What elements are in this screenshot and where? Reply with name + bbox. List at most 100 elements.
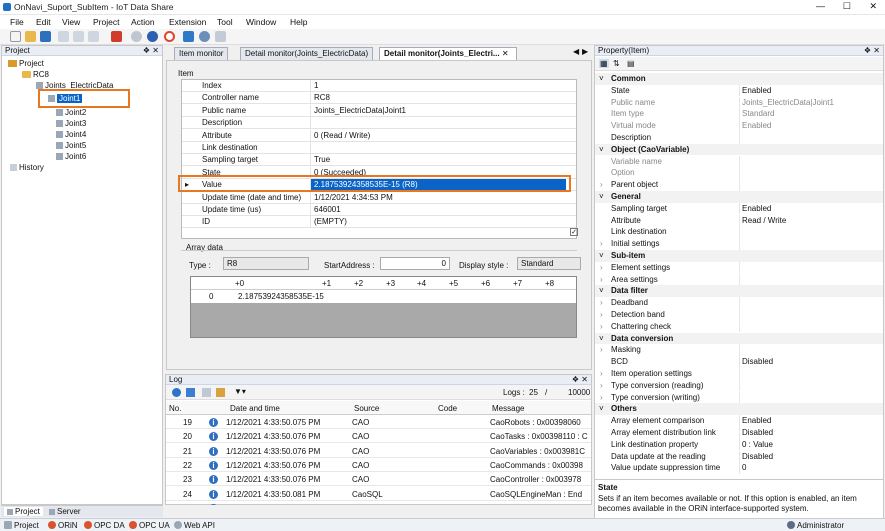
filter-icon[interactable]: ▼▾ [234,387,246,396]
categorized-icon[interactable]: ▦ [599,59,609,68]
expand-icon[interactable]: › [600,275,603,284]
status-orin[interactable]: ORiN [48,521,78,530]
property-row[interactable]: › Initial settings [595,238,883,250]
item-row-value[interactable]: 646001 [314,205,341,214]
property-value[interactable]: Enabled [742,204,771,213]
property-category[interactable]: ˅ Common [595,73,883,85]
property-category[interactable]: ˅ General [595,191,883,203]
tree-node-variable[interactable]: Joints_ElectricData [36,81,113,90]
property-row[interactable]: › Type conversion (reading) [595,379,883,392]
item-row-value[interactable]: 0 (Succeeded) [314,168,366,177]
log-row[interactable]: 25 1/12/2021 4:33:50.082 PM CaoSQL CaoSQLCo… [166,501,591,505]
status-opcda[interactable]: OPC DA [84,521,125,530]
menu-view[interactable]: View [62,17,80,27]
menu-action[interactable]: Action [131,17,155,27]
property-row[interactable]: Value update suppression time 0 [595,462,883,475]
collapse-icon[interactable]: ˅ [599,286,604,295]
menu-file[interactable]: File [10,17,24,27]
status-opcua[interactable]: OPC UA [129,521,170,530]
property-row[interactable]: Description [595,132,883,144]
property-row[interactable]: › Deadband [595,297,883,309]
property-row[interactable]: Array element distribution link Disabled [595,427,883,439]
menu-edit[interactable]: Edit [36,17,51,27]
display-style-select[interactable]: Standard [517,257,581,270]
log-row[interactable]: 21 1/12/2021 4:33:50.076 PM CAO CaoVariable… [166,444,591,458]
menu-extension[interactable]: Extension [169,17,206,27]
collapse-icon[interactable]: ˅ [599,334,604,343]
property-value[interactable]: Disabled [742,428,773,437]
item-row[interactable]: ▸ Value 2.18753924358535E-15 (R8) [182,179,576,192]
tree-node-joint3[interactable]: Joint3 [56,119,86,128]
log-row[interactable]: 24 1/12/2021 4:33:50.081 PM CaoSQL CaoSQLEn… [166,487,591,501]
item-row-value[interactable]: RC8 [314,93,330,102]
tab-project[interactable]: Project [4,507,43,516]
property-value[interactable]: Enabled [742,121,771,130]
property-value[interactable]: 0 [742,463,746,472]
tree-node-project[interactable]: Project [8,59,44,68]
menu-help[interactable]: Help [290,17,307,27]
maximize-button[interactable]: ☐ [843,1,851,12]
item-row[interactable]: Update time (date and time) 1/12/2021 4:3… [182,191,576,204]
property-value[interactable]: 0 : Value [742,440,773,449]
expand-icon[interactable]: › [600,263,603,272]
pause-icon[interactable] [147,31,158,42]
expand-icon[interactable]: › [600,298,603,307]
col-date-time[interactable]: Date and time [230,404,280,413]
property-row[interactable]: › Item operation settings [595,368,883,380]
item-row[interactable]: ID (EMPTY) [182,216,576,229]
expand-icon[interactable]: › [600,345,603,354]
item-row-value[interactable]: 1/12/2021 4:34:53 PM [314,193,393,202]
start-address-input[interactable]: 0 [380,257,450,270]
status-project[interactable]: Project [4,521,39,530]
tab-item-monitor[interactable]: Item monitor [174,47,229,60]
minimize-button[interactable]: — [816,1,825,11]
item-row[interactable]: Index 1 [182,80,576,92]
alphabetical-icon[interactable]: ⇅ [613,59,620,68]
item-row[interactable]: Public name Joints_ElectricData|Joint1 [182,104,576,117]
record-icon[interactable] [164,31,175,42]
collapse-icon[interactable]: ˅ [599,192,604,201]
copy-icon[interactable] [73,31,84,42]
tree-node-joint6[interactable]: Joint6 [56,152,86,161]
item-row[interactable]: State 0 (Succeeded) [182,166,576,179]
tab-scroll-right-icon[interactable]: ▶ [582,47,588,56]
property-category[interactable]: ˅ Data conversion [595,332,883,345]
property-category[interactable]: ˅ Object (CaoVariable) [595,143,883,156]
item-row-value[interactable]: 0 (Read / Write) [314,131,370,140]
menu-window[interactable]: Window [246,17,276,27]
property-value[interactable]: Read / Write [742,216,786,225]
tree-node-joint2[interactable]: Joint2 [56,108,86,117]
property-value[interactable]: Disabled [742,357,773,366]
tree-node-history[interactable]: History [10,163,44,172]
property-row[interactable]: › Masking [595,344,883,357]
menu-tool[interactable]: Tool [217,17,233,27]
item-row[interactable]: Sampling target True [182,154,576,167]
expand-icon[interactable]: › [600,393,603,402]
collapse-icon[interactable]: ˅ [599,74,604,83]
property-value[interactable]: Enabled [742,416,771,425]
refresh-icon[interactable] [172,388,181,397]
property-category[interactable]: ˅ Sub-item [595,250,883,262]
log-row[interactable]: 19 1/12/2021 4:33:50.075 PM CAO CaoRobots :… [166,415,591,429]
col-no[interactable]: No. [169,404,181,413]
tab-scroll-left-icon[interactable]: ◀ [573,47,579,56]
property-category[interactable]: ˅ Data filter [595,285,883,298]
download-icon[interactable] [186,388,195,397]
property-row[interactable]: Virtual mode Enabled [595,120,883,132]
monitor-icon[interactable] [183,31,194,42]
tab-detail-monitor-1[interactable]: Detail monitor(Joints_ElectricData) [240,47,374,60]
property-row[interactable]: State Enabled [595,84,883,97]
col-message[interactable]: Message [492,404,524,413]
property-row[interactable]: Array element comparison Enabled [595,415,883,427]
new-file-icon[interactable] [10,31,21,42]
property-row[interactable]: BCD Disabled [595,356,883,368]
item-row-value[interactable]: (EMPTY) [314,217,347,226]
property-row[interactable]: › Parent object [595,179,883,191]
item-row[interactable]: Description [182,117,576,130]
settings-icon[interactable] [199,31,210,42]
expand-icon[interactable]: › [600,369,603,378]
property-row[interactable]: Item type Standard [595,108,883,121]
panel-pin-icon[interactable]: ❖ ✕ [143,46,159,56]
copy-log-icon[interactable] [202,388,211,397]
status-webapi[interactable]: Web API [174,521,215,530]
